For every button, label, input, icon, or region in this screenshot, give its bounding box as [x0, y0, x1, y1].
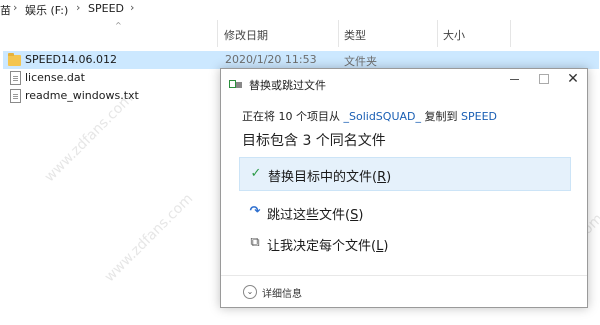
replace-or-skip-dialog: 替换或跳过文件 ✕ 正在将 10 个项目从 _SolidSQUAD_ 复制到 S… — [220, 68, 588, 308]
column-header-size[interactable]: 大小 — [443, 27, 465, 45]
column-divider[interactable] — [437, 20, 438, 47]
decide-each-file-option[interactable]: ⧉ 让我决定每个文件(L) — [239, 227, 571, 261]
sort-up-icon: ^ — [115, 21, 122, 30]
address-breadcrumb: 苗 › 娱乐 (F:) › SPEED › — [0, 0, 600, 18]
option-label: 跳过这些文件(S) — [267, 208, 364, 223]
more-details-button[interactable]: 详细信息 — [262, 285, 302, 300]
column-header-type[interactable]: 类型 — [344, 27, 366, 45]
breadcrumb-separator[interactable]: › — [76, 1, 80, 14]
file-row[interactable]: SPEED14.06.012 2020/1/20 11:53 文件夹 — [3, 51, 599, 69]
copy-text-prefix: 正在将 10 个项目从 — [242, 110, 344, 123]
file-type: 文件夹 — [344, 55, 377, 68]
dialog-title: 替换或跳过文件 — [249, 79, 326, 92]
document-icon — [10, 71, 21, 85]
maximize-icon — [539, 74, 549, 84]
skip-files-option[interactable]: ↷ 跳过这些文件(S) — [239, 196, 571, 230]
copy-progress-text: 正在将 10 个项目从 _SolidSQUAD_ 复制到 SPEED — [242, 108, 497, 124]
chevron-down-icon[interactable]: ⌄ — [243, 285, 257, 299]
breadcrumb-separator[interactable]: › — [130, 1, 134, 14]
column-header-date[interactable]: 修改日期 — [224, 27, 268, 45]
breadcrumb-item-speed[interactable]: SPEED — [88, 2, 124, 15]
target-folder-link[interactable]: SPEED — [461, 110, 497, 123]
watermark-text: www.zdfans.com — [101, 190, 197, 286]
dialog-footer: ⌄ 详细信息 — [221, 275, 587, 308]
folder-icon — [8, 53, 21, 66]
conflict-heading: 目标包含 3 个同名文件 — [242, 133, 386, 149]
copy-icon — [229, 79, 243, 89]
file-date: 2020/1/20 11:53 — [225, 53, 317, 66]
close-button[interactable]: ✕ — [558, 69, 588, 91]
minimize-button[interactable] — [499, 69, 529, 91]
skip-icon: ↷ — [249, 204, 261, 219]
column-divider[interactable] — [338, 20, 339, 47]
close-icon: ✕ — [567, 71, 579, 87]
column-divider[interactable] — [217, 20, 218, 47]
maximize-button[interactable] — [529, 69, 559, 91]
file-name: SPEED14.06.012 — [25, 53, 117, 66]
breadcrumb-separator[interactable]: › — [13, 1, 17, 14]
breadcrumb-item-root[interactable]: 苗 — [0, 2, 11, 18]
breadcrumb-item-drive[interactable]: 娱乐 (F:) — [25, 2, 68, 18]
source-folder-link[interactable]: _SolidSQUAD_ — [344, 110, 422, 123]
replace-files-option[interactable]: ✓ 替换目标中的文件(R) — [239, 157, 571, 191]
checkmark-icon: ✓ — [250, 166, 262, 181]
minimize-icon — [509, 78, 519, 80]
file-name: license.dat — [25, 71, 85, 84]
option-label: 让我决定每个文件(L) — [267, 239, 389, 254]
text-file-icon — [10, 89, 21, 103]
option-label: 替换目标中的文件(R) — [268, 170, 392, 185]
column-divider[interactable] — [510, 20, 511, 47]
decide-icon: ⧉ — [250, 235, 260, 250]
copy-text-middle: 复制到 — [421, 110, 461, 123]
dialog-titlebar[interactable]: 替换或跳过文件 ✕ — [221, 69, 587, 99]
